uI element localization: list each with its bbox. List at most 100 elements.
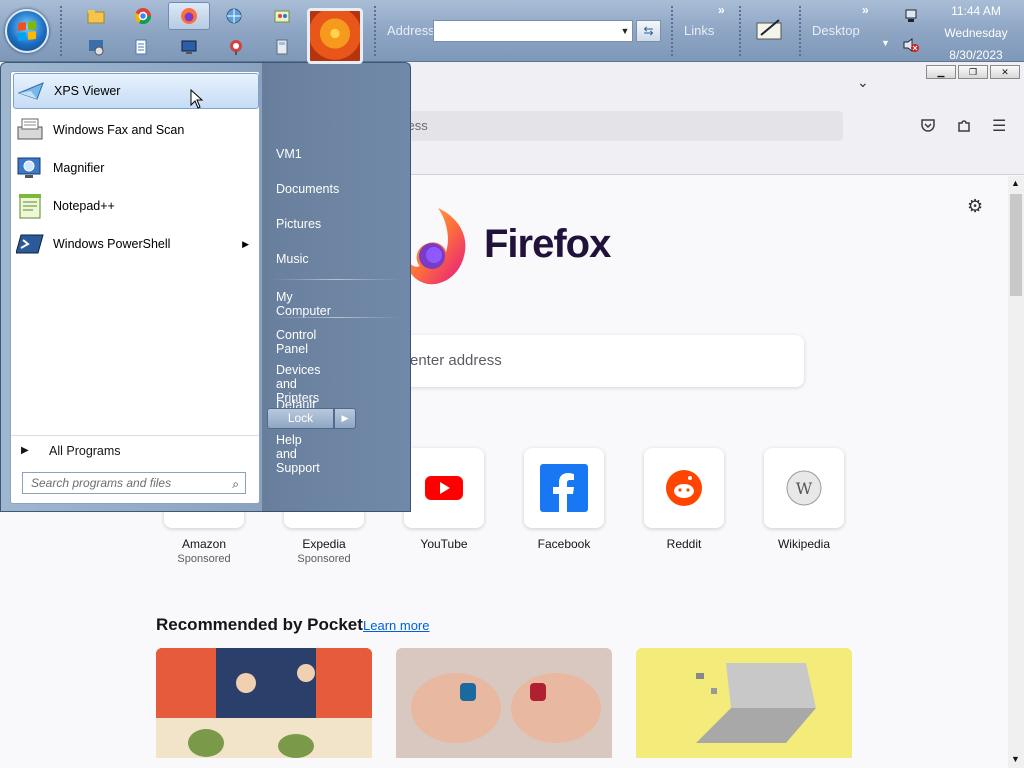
clock-day: Wednesday (944, 26, 1008, 40)
url-bar[interactable]: dress (380, 111, 843, 141)
chevron-icon[interactable]: » (718, 3, 725, 17)
top-site-wikipedia[interactable]: W (764, 448, 844, 528)
tray-expand-icon[interactable]: ▼ (881, 38, 890, 48)
arrow-right-icon: ▶ (21, 445, 29, 456)
story-image (636, 648, 852, 758)
reddit-icon (666, 470, 702, 506)
control-icon[interactable] (84, 35, 108, 59)
program-windows-powershell[interactable]: Windows PowerShell ▶ (13, 226, 259, 262)
facebook-icon (540, 464, 588, 512)
menu-icon[interactable]: ☰ (992, 116, 1006, 136)
lock-button[interactable]: Lock (267, 408, 334, 429)
network-tray-icon[interactable] (899, 4, 923, 28)
all-programs-button[interactable]: ▶ All Programs (11, 435, 259, 465)
desktop-toolbar[interactable]: Desktop (812, 23, 860, 38)
toolbar-grip[interactable] (739, 6, 743, 56)
clock-time: 11:44 AM (951, 4, 1001, 18)
shutdown-options-arrow-icon[interactable]: ▶ (334, 408, 356, 429)
pocket-card[interactable] (396, 648, 612, 758)
separator (272, 279, 400, 280)
scrollbar[interactable]: ▲ ▼ (1008, 176, 1024, 768)
scrollbar-thumb[interactable] (1010, 194, 1022, 296)
link-pictures[interactable]: Pictures (276, 217, 321, 231)
link-documents[interactable]: Documents (276, 182, 339, 196)
volume-muted-icon[interactable] (899, 33, 923, 57)
programs-pane: XPS Viewer Windows Fax and Scan Magnifie… (10, 71, 260, 504)
link-help-and-support[interactable]: Help and Support (276, 433, 320, 475)
youtube-icon (425, 476, 463, 500)
program-magnifier[interactable]: Magnifier (13, 150, 259, 186)
firefox-taskbar-icon[interactable] (168, 2, 210, 30)
wikipedia-icon: W (786, 470, 822, 506)
calc-icon[interactable] (270, 35, 294, 59)
clock-date: 8/30/2023 (949, 48, 1003, 62)
magnifier-icon (15, 153, 45, 183)
mouse-cursor-icon (190, 89, 204, 109)
start-menu: XPS Viewer Windows Fax and Scan Magnifie… (0, 62, 411, 512)
top-site-label: Amazon (181, 537, 227, 551)
search-input[interactable]: enter address (396, 335, 804, 387)
toolbar-grip[interactable] (671, 6, 675, 56)
firefox-wordmark: Firefox (484, 222, 611, 266)
address-input[interactable] (433, 20, 633, 42)
network-icon[interactable] (222, 4, 246, 28)
xps-viewer-icon (16, 76, 46, 106)
address-go-button[interactable]: ⇆ (636, 20, 661, 42)
chevron-icon[interactable]: » (862, 3, 869, 17)
paint-icon[interactable] (270, 4, 294, 28)
scroll-down-icon[interactable]: ▼ (1011, 754, 1020, 764)
top-site-facebook[interactable] (524, 448, 604, 528)
pocket-heading: Recommended by Pocket (156, 615, 363, 634)
monitor-icon[interactable] (177, 35, 201, 59)
link-my-computer[interactable]: My Computer (276, 290, 331, 318)
toolbar-grip[interactable] (60, 6, 64, 56)
pocket-icon[interactable] (920, 117, 936, 138)
submenu-arrow-icon: ▶ (242, 238, 249, 249)
search-icon[interactable]: ⌕ (232, 474, 239, 494)
maximize-button[interactable]: ❐ (958, 65, 988, 79)
link-vm1[interactable]: VM1 (276, 147, 302, 161)
top-site-reddit[interactable] (644, 448, 724, 528)
taskbar: 7z Address ▼ ⇆ Links » Desktop » ▼ 11:44… (0, 0, 1024, 62)
tablet-input-icon[interactable] (753, 15, 787, 45)
sponsored-label: Sponsored (297, 553, 351, 565)
doc-icon[interactable] (129, 35, 153, 59)
sponsored-label: Sponsored (177, 553, 231, 565)
top-site-label: Facebook (537, 537, 591, 551)
extensions-icon[interactable] (956, 117, 972, 138)
close-button[interactable]: ✕ (990, 65, 1020, 79)
notepadpp-icon (15, 191, 45, 221)
program-notepad-plus-plus[interactable]: Notepad++ (13, 188, 259, 224)
firefox-logo-icon (406, 208, 466, 285)
chrome-icon[interactable] (131, 4, 155, 28)
start-button[interactable] (5, 9, 49, 53)
top-site-label: YouTube (420, 537, 468, 551)
story-image (156, 648, 372, 758)
globe-icon[interactable] (224, 35, 248, 59)
pocket-card[interactable] (636, 648, 852, 758)
top-site-label: Reddit (666, 537, 702, 551)
pocket-card[interactable] (156, 648, 372, 758)
program-xps-viewer[interactable]: XPS Viewer (13, 73, 259, 109)
story-image (396, 648, 612, 758)
link-music[interactable]: Music (276, 252, 309, 266)
top-site-label: Wikipedia (777, 537, 831, 551)
clock[interactable]: 11:44 AM Wednesday 8/30/2023 (928, 0, 1024, 66)
start-search-input[interactable]: Search programs and files ⌕ (22, 472, 246, 494)
program-windows-fax-and-scan[interactable]: Windows Fax and Scan (13, 112, 259, 148)
tab-list-chevron-icon[interactable]: ⌄ (857, 74, 869, 91)
links-toolbar[interactable]: Links (684, 23, 714, 38)
top-site-youtube[interactable] (404, 448, 484, 528)
link-control-panel[interactable]: Control Panel (276, 328, 316, 356)
fax-icon (15, 115, 45, 145)
scroll-up-icon[interactable]: ▲ (1011, 178, 1020, 188)
toolbar-grip[interactable] (374, 6, 378, 56)
folder-icon[interactable] (84, 4, 108, 28)
minimize-button[interactable]: ▁ (926, 65, 956, 79)
toolbar-grip[interactable] (799, 6, 803, 56)
gear-icon[interactable]: ⚙ (967, 196, 983, 217)
user-picture[interactable] (307, 8, 363, 64)
window-controls: ▁ ❐ ✕ (926, 65, 1020, 79)
address-dropdown-icon[interactable]: ▼ (618, 21, 632, 41)
learn-more-link[interactable]: Learn more (363, 618, 429, 633)
